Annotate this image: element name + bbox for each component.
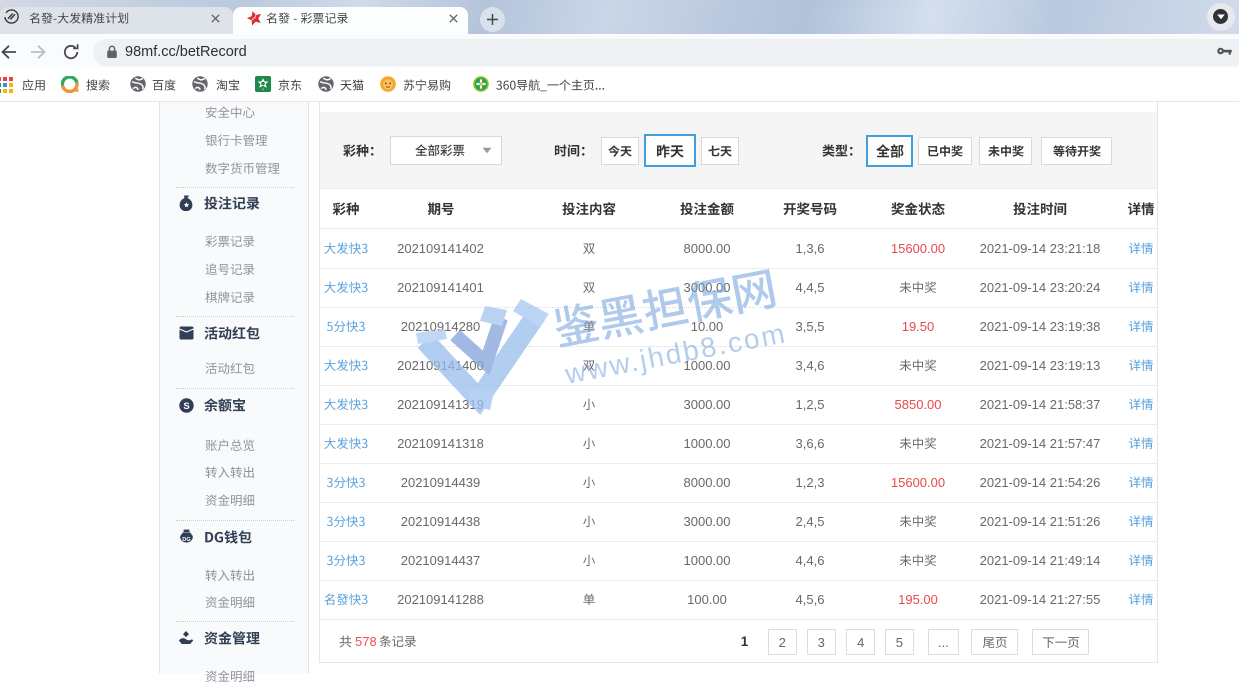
svg-text:S: S <box>183 401 189 412</box>
svg-text:DG: DG <box>182 537 190 543</box>
